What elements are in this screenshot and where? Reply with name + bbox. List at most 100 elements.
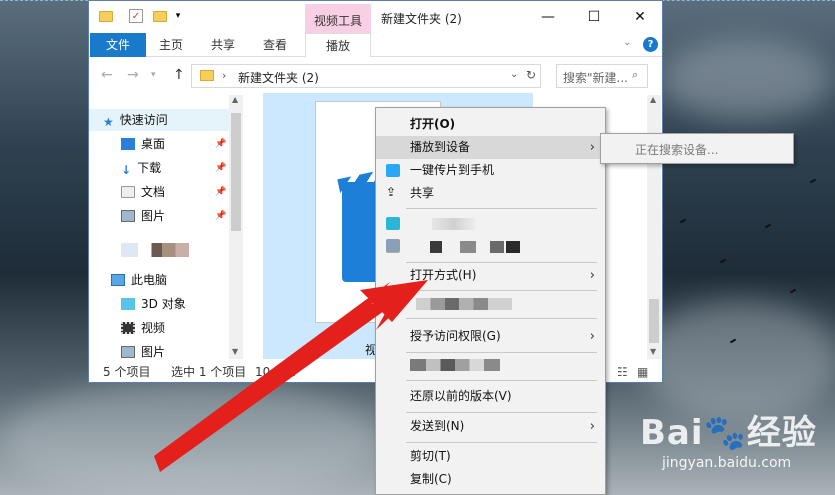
window-title: 新建文件夹 (2) [381, 12, 462, 26]
menu-item-grant-access[interactable]: 授予访问权限(G) › [376, 325, 605, 348]
star-icon: ★ [103, 115, 114, 129]
cloud [640, 300, 835, 420]
menu-item-send-to-phone[interactable]: 一键传片到手机 [376, 159, 605, 182]
back-button[interactable]: ← [101, 67, 113, 83]
nav-item-documents[interactable]: 文档 [121, 181, 229, 203]
large-icons-view-icon[interactable]: ▦ [637, 361, 648, 383]
menu-item-blurred[interactable] [376, 212, 605, 235]
properties-icon[interactable]: ✓ [129, 9, 143, 23]
leaf [679, 218, 687, 224]
search-placeholder: 搜索"新建... [563, 71, 628, 85]
menu-item-send-to-label: 发送到(N) [410, 419, 465, 433]
expand-ribbon-icon[interactable]: ⌄ [623, 37, 631, 48]
cast-submenu: 正在搜索设备... [600, 133, 794, 164]
navigation-pane: ★ 快速访问 桌面 📌 ↓ 下载 📌 文档 📌 图片 📌 此电脑 3D 对象 视频 … [89, 93, 245, 359]
tab-play[interactable]: 播放 [305, 33, 371, 57]
breadcrumb[interactable]: 新建文件夹 (2) [238, 69, 319, 86]
customize-toolbar-icon[interactable]: ▾ [171, 9, 185, 23]
nav-item-pictures[interactable]: 图片 [121, 205, 229, 227]
menu-item-cut[interactable]: 剪切(T) [376, 445, 605, 468]
picture-icon [121, 346, 135, 358]
refresh-icon[interactable]: ↻ [526, 68, 536, 82]
new-folder-icon[interactable] [153, 11, 167, 22]
menu-item-open-with-label: 打开方式(H) [410, 268, 477, 282]
menu-item-blurred[interactable] [376, 354, 605, 377]
nav-item-3d-objects[interactable]: 3D 对象 [121, 293, 229, 315]
pin-icon[interactable]: 📌 [215, 211, 226, 221]
tab-home[interactable]: 主页 [151, 33, 191, 57]
pin-icon[interactable]: 📌 [215, 187, 226, 197]
chevron-right-icon: › [589, 268, 595, 283]
menu-item-restore-versions[interactable]: 还原以前的版本(V) [376, 385, 605, 408]
blurred-text [410, 359, 500, 371]
nav-item-quick-access[interactable]: ★ 快速访问 [89, 109, 229, 131]
searching-devices-label: 正在搜索设备... [635, 143, 719, 157]
help-icon[interactable]: ? [643, 37, 658, 52]
cube-icon [121, 298, 135, 310]
menu-separator [406, 352, 597, 353]
forward-button[interactable]: → [127, 67, 139, 83]
details-view-icon[interactable]: ☷ [617, 361, 628, 383]
scroll-thumb[interactable] [231, 113, 241, 231]
baidu-logo: Bai🐾经验 [640, 413, 817, 453]
menu-item-share[interactable]: ⇪ 共享 [376, 182, 605, 205]
desktop-icon [121, 138, 135, 150]
close-button[interactable]: ✕ [617, 1, 663, 33]
search-icon: ⌕ [632, 68, 639, 81]
menu-item-copy[interactable]: 复制(C) [376, 468, 605, 491]
item-count: 5 个项目 [103, 365, 151, 379]
nav-scrollbar[interactable]: ▲ ▼ [229, 95, 243, 359]
up-button[interactable]: ↑ [173, 67, 185, 83]
scroll-thumb[interactable] [649, 299, 659, 343]
leaf [764, 223, 772, 229]
scroll-down-icon[interactable]: ▼ [650, 347, 656, 356]
watermark-url: jingyan.baidu.com [662, 455, 792, 471]
nav-item-pictures-pc[interactable]: 图片 [121, 341, 229, 363]
phone-transfer-icon [386, 164, 400, 177]
chevron-right-icon: › [589, 329, 595, 344]
minimize-button[interactable]: — [525, 1, 571, 33]
menu-separator [406, 262, 597, 263]
scroll-up-icon[interactable]: ▲ [232, 95, 238, 104]
tab-view[interactable]: 查看 [255, 33, 295, 57]
nav-item-downloads[interactable]: ↓ 下载 [121, 157, 229, 179]
nav-item-videos[interactable]: 视频 [121, 317, 229, 339]
chevron-right-icon: › [589, 140, 595, 155]
app-icon [386, 217, 400, 230]
tab-share[interactable]: 共享 [203, 33, 243, 57]
film-icon [121, 322, 135, 334]
maximize-button[interactable]: ☐ [571, 1, 617, 33]
menu-item-send-to[interactable]: 发送到(N) › [376, 415, 605, 438]
tab-file[interactable]: 文件 [90, 33, 146, 57]
pin-icon[interactable]: 📌 [215, 139, 226, 149]
download-icon: ↓ [121, 163, 132, 177]
selected-count: 选中 1 个项目 [171, 365, 247, 379]
search-input[interactable]: 搜索"新建... ⌕ [556, 64, 648, 88]
menu-separator [406, 290, 597, 291]
nav-item-this-pc[interactable]: 此电脑 [111, 269, 229, 291]
menu-item-blurred[interactable] [376, 237, 605, 257]
menu-item-open[interactable]: 打开(O) [376, 113, 605, 136]
scroll-up-icon[interactable]: ▲ [650, 95, 656, 104]
recent-locations-icon[interactable]: ▾ [151, 70, 156, 80]
selected-size: 10.4 M [255, 365, 296, 379]
cloud [660, 40, 830, 120]
address-dropdown-icon[interactable]: ⌄ [510, 69, 518, 80]
cloud [0, 380, 380, 495]
folder-icon [200, 70, 214, 81]
menu-item-cast-to-device[interactable]: 播放到设备 › [376, 136, 605, 159]
leaf [719, 258, 727, 264]
contextual-tab-title: 视频工具 [305, 4, 371, 33]
address-field[interactable]: › 新建文件夹 (2) ⌄ ↻ [191, 64, 541, 88]
blurred-text [430, 241, 442, 253]
title-bar: ✓ ▾ 视频工具 新建文件夹 (2) — ☐ ✕ [89, 1, 662, 33]
scroll-down-icon[interactable]: ▼ [232, 347, 238, 356]
leaf [789, 288, 797, 294]
pin-icon[interactable]: 📌 [215, 163, 226, 173]
nav-item-desktop[interactable]: 桌面 [121, 133, 229, 155]
breadcrumb-separator: › [222, 69, 227, 82]
menu-item-blurred[interactable] [376, 292, 605, 315]
blurred-text [416, 298, 512, 310]
menu-item-open-with[interactable]: 打开方式(H) › [376, 264, 605, 287]
blurred-nav-item[interactable] [121, 243, 189, 257]
